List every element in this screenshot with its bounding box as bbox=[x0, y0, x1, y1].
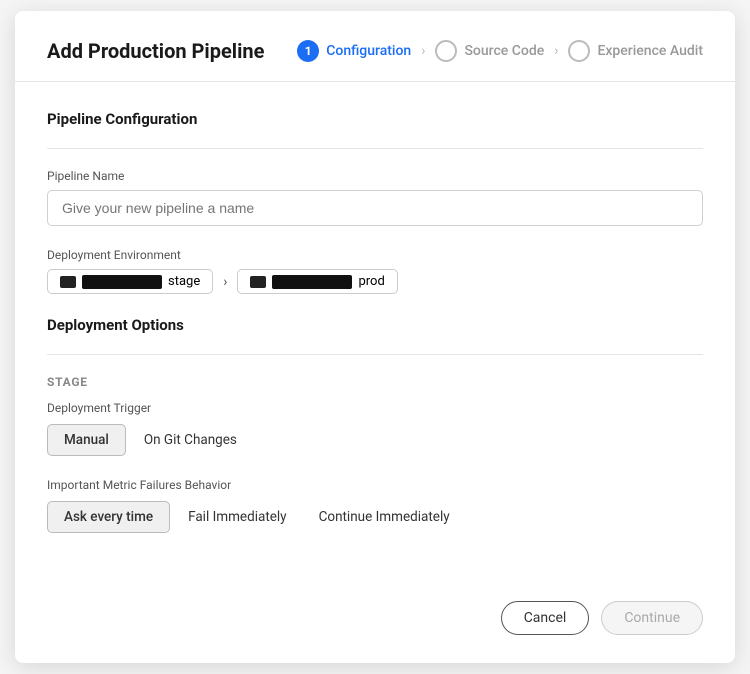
stage-label: STAGE bbox=[47, 375, 703, 389]
step-circle-source-code bbox=[435, 40, 457, 62]
metric-failures-label: Important Metric Failures Behavior bbox=[47, 478, 703, 492]
env-arrow: › bbox=[223, 274, 227, 290]
section-divider bbox=[47, 148, 703, 149]
step-arrow-2: › bbox=[554, 43, 558, 59]
deployment-trigger-group: Manual On Git Changes bbox=[47, 424, 703, 456]
metric-ask-every-time-button[interactable]: Ask every time bbox=[47, 501, 170, 533]
trigger-manual-button[interactable]: Manual bbox=[47, 424, 126, 456]
step-configuration[interactable]: 1 Configuration bbox=[297, 40, 411, 62]
modal-title: Add Production Pipeline bbox=[47, 39, 264, 63]
step-label-experience-audit: Experience Audit bbox=[597, 43, 703, 59]
deployment-trigger-block: Deployment Trigger Manual On Git Changes bbox=[47, 401, 703, 456]
deployment-options-divider bbox=[47, 354, 703, 355]
env-prod-label: prod bbox=[358, 274, 384, 289]
modal-header: Add Production Pipeline 1 Configuration … bbox=[15, 11, 735, 82]
step-label-source-code: Source Code bbox=[464, 43, 544, 59]
metric-failures-group: Ask every time Fail Immediately Continue… bbox=[47, 501, 703, 533]
add-pipeline-modal: Add Production Pipeline 1 Configuration … bbox=[15, 11, 735, 663]
pipeline-name-input[interactable] bbox=[47, 190, 703, 226]
step-circle-configuration: 1 bbox=[297, 40, 319, 62]
deployment-options-title: Deployment Options bbox=[47, 316, 703, 334]
modal-body: Pipeline Configuration Pipeline Name Dep… bbox=[15, 82, 735, 583]
env-redacted-prod bbox=[272, 275, 352, 289]
env-row: stage › prod bbox=[47, 269, 703, 294]
continue-button[interactable]: Continue bbox=[601, 601, 703, 635]
env-icon-stage bbox=[60, 276, 76, 288]
env-stage-label: stage bbox=[168, 274, 200, 289]
stepper: 1 Configuration › Source Code › Experien… bbox=[297, 40, 703, 62]
metric-continue-immediately-button[interactable]: Continue Immediately bbox=[303, 502, 466, 532]
step-experience-audit[interactable]: Experience Audit bbox=[568, 40, 703, 62]
env-chip-stage: stage bbox=[47, 269, 213, 294]
deployment-env-field: Deployment Environment stage › prod bbox=[47, 248, 703, 294]
trigger-git-changes-button[interactable]: On Git Changes bbox=[128, 425, 253, 455]
step-source-code[interactable]: Source Code bbox=[435, 40, 544, 62]
step-label-configuration: Configuration bbox=[326, 43, 411, 59]
deployment-trigger-label: Deployment Trigger bbox=[47, 401, 703, 415]
pipeline-name-label: Pipeline Name bbox=[47, 169, 703, 183]
env-icon-prod bbox=[250, 276, 266, 288]
env-chip-prod: prod bbox=[237, 269, 397, 294]
deployment-env-label: Deployment Environment bbox=[47, 248, 703, 262]
env-redacted-stage bbox=[82, 275, 162, 289]
step-arrow-1: › bbox=[421, 43, 425, 59]
modal-footer: Cancel Continue bbox=[15, 583, 735, 663]
pipeline-config-title: Pipeline Configuration bbox=[47, 110, 703, 128]
step-circle-experience-audit bbox=[568, 40, 590, 62]
cancel-button[interactable]: Cancel bbox=[501, 601, 590, 635]
metric-failures-block: Important Metric Failures Behavior Ask e… bbox=[47, 478, 703, 533]
pipeline-name-field: Pipeline Name bbox=[47, 169, 703, 226]
metric-fail-immediately-button[interactable]: Fail Immediately bbox=[172, 502, 303, 532]
